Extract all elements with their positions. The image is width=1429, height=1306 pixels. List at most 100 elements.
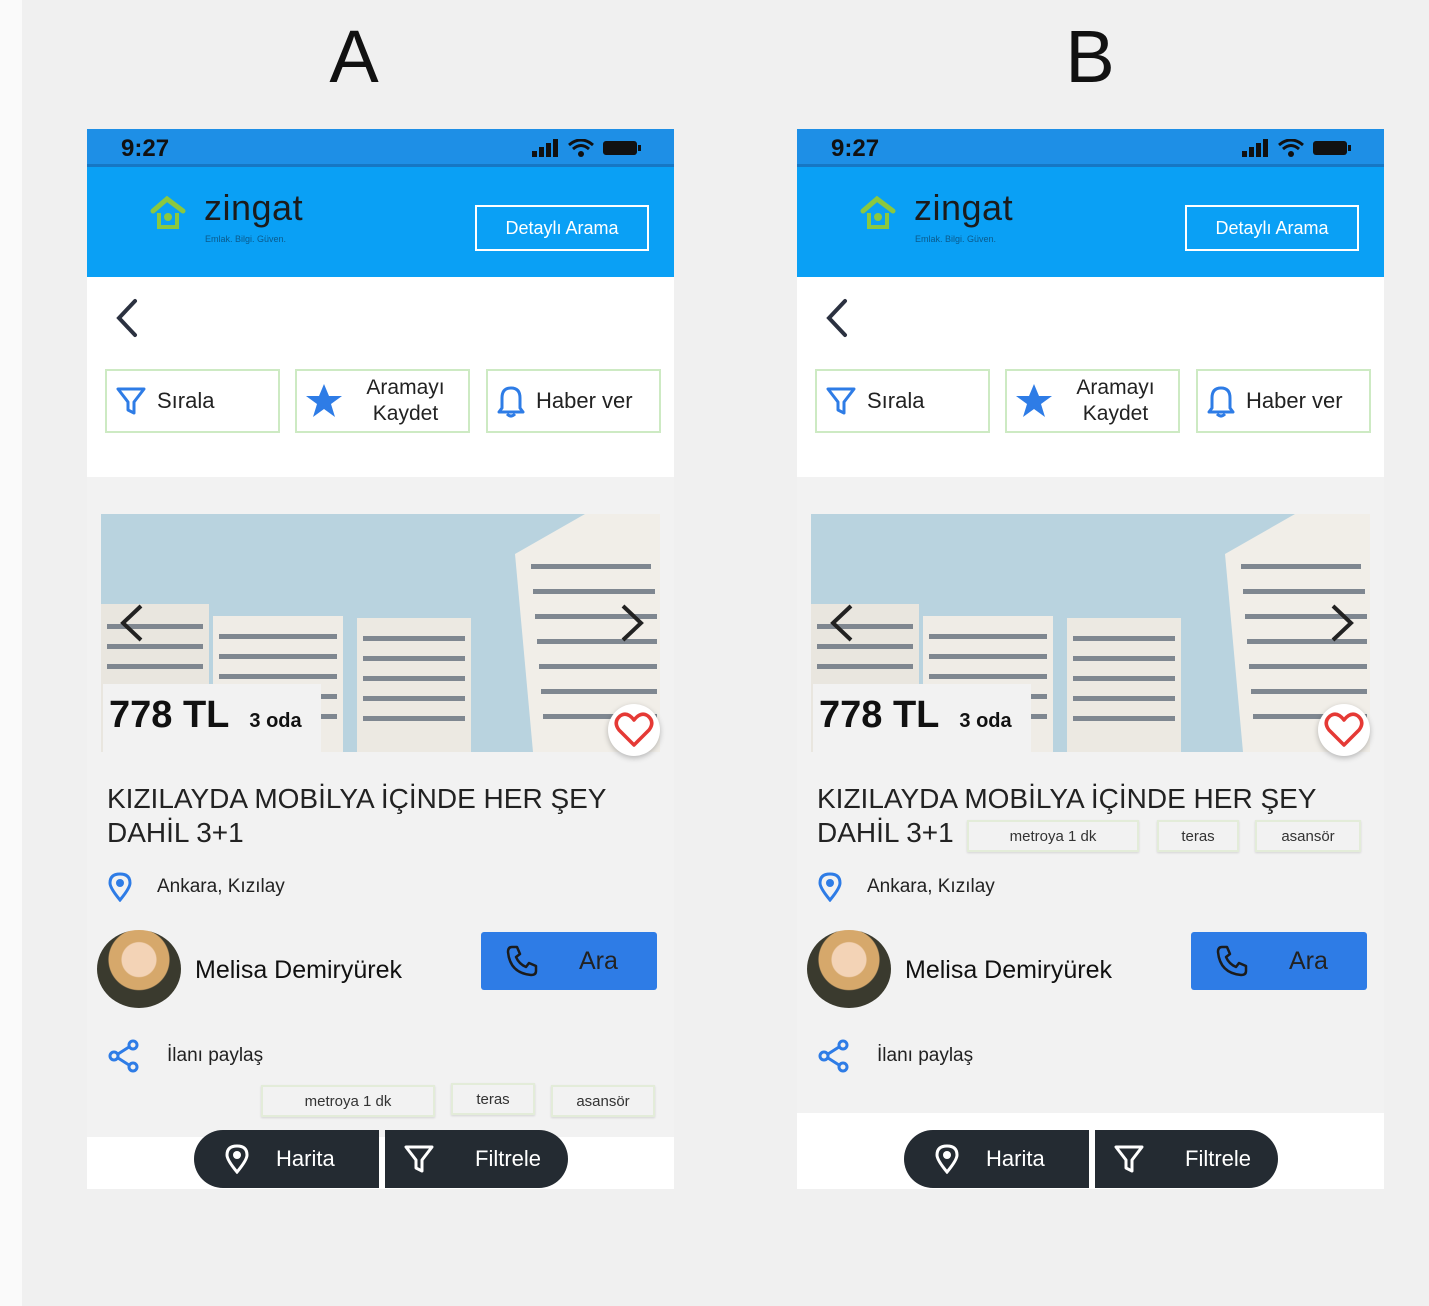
filter-button[interactable]: Filtrele <box>385 1130 568 1188</box>
brand-name: zingat <box>914 187 1014 228</box>
tag-terrace: teras <box>1157 820 1239 852</box>
page-edge <box>0 0 22 1306</box>
wifi-icon <box>1278 139 1304 157</box>
map-label: Harita <box>986 1146 1045 1171</box>
signal-icon <box>1242 139 1268 157</box>
photo-next-icon[interactable] <box>617 602 647 644</box>
filter-icon <box>826 387 856 415</box>
map-label: Harita <box>276 1146 335 1171</box>
brand-tagline: Emlak. Bilgi. Güven. <box>205 234 287 244</box>
variant-label-a: A <box>329 15 379 98</box>
tag-metro: metroya 1 dk <box>261 1085 435 1117</box>
call-button[interactable]: Ara <box>481 932 657 990</box>
listing-location: Ankara, Kızılay <box>817 872 995 902</box>
favorite-button[interactable] <box>1318 704 1370 756</box>
save-search-label-2: Kaydet <box>372 402 439 425</box>
star-icon <box>1016 384 1052 417</box>
save-search-label-1: Aramayı <box>366 376 445 399</box>
tag-metro: metroya 1 dk <box>967 820 1139 852</box>
filter-button[interactable]: Filtrele <box>1095 1130 1278 1188</box>
variant-label-b: B <box>1065 15 1115 98</box>
zingat-logo-icon <box>860 195 896 229</box>
phone-icon <box>1216 945 1248 977</box>
map-pin-icon <box>225 1144 249 1174</box>
tag-terrace: teras <box>451 1083 535 1115</box>
location-pin-icon <box>818 872 842 902</box>
price-box: 778 TL 3 oda <box>813 684 1031 752</box>
tag-elevator: asansör <box>551 1085 655 1117</box>
location-pin-icon <box>108 872 132 902</box>
phone-b: 9:27 zingat Emlak. Bilgi. Güven. Detaylı… <box>797 129 1384 1189</box>
status-bar: 9:27 <box>87 129 674 167</box>
notify-button[interactable]: Haber ver <box>486 369 661 433</box>
notify-label: Haber ver <box>536 388 633 413</box>
app-bar: zingat Emlak. Bilgi. Güven. Detaylı Aram… <box>87 167 674 277</box>
map-pin-icon <box>935 1144 959 1174</box>
zingat-logo-icon <box>150 195 186 229</box>
phone-a: 9:27 zingat Emlak. Bilgi. Güven. Detaylı… <box>87 129 674 1189</box>
heart-icon <box>1324 712 1364 747</box>
save-search-label-1: Aramayı <box>1076 376 1155 399</box>
detailed-search-button[interactable]: Detaylı Arama <box>475 205 649 251</box>
share-icon <box>108 1039 139 1073</box>
notify-label: Haber ver <box>1246 388 1343 413</box>
listing-title[interactable]: KIZILAYDA MOBİLYA İÇİNDE HER ŞEY DAHİL 3… <box>107 782 606 850</box>
agent-name[interactable]: Melisa Demiryürek <box>195 956 402 985</box>
listing-location: Ankara, Kızılay <box>107 872 285 902</box>
room-count: 3 oda <box>249 710 302 732</box>
photo-prev-icon[interactable] <box>117 602 147 644</box>
call-button[interactable]: Ara <box>1191 932 1367 990</box>
filter-icon <box>116 387 146 415</box>
sort-button[interactable]: Sırala <box>105 369 280 433</box>
listing-card[interactable]: 778 TL 3 oda KIZILAYDA MOBİLYA İÇİNDE HE… <box>87 477 674 1137</box>
bottom-strip <box>87 1169 674 1189</box>
signal-icon <box>532 139 558 157</box>
funnel-icon <box>404 1145 434 1173</box>
bell-icon <box>1207 386 1235 418</box>
agent-avatar[interactable] <box>807 930 891 1008</box>
price: 778 TL <box>819 694 940 736</box>
sort-label: Sırala <box>157 388 215 413</box>
status-bar: 9:27 <box>797 129 1384 167</box>
call-label: Ara <box>579 946 618 975</box>
map-button[interactable]: Harita <box>194 1130 379 1188</box>
agent-name[interactable]: Melisa Demiryürek <box>905 956 1112 985</box>
photo-prev-icon[interactable] <box>827 602 857 644</box>
brand-tagline: Emlak. Bilgi. Güven. <box>915 234 997 244</box>
battery-icon <box>1313 141 1351 155</box>
save-search-label-2: Kaydet <box>1082 402 1149 425</box>
sort-button[interactable]: Sırala <box>815 369 990 433</box>
battery-icon <box>603 141 641 155</box>
app-bar: zingat Emlak. Bilgi. Güven. Detaylı Aram… <box>797 167 1384 277</box>
brand-name: zingat <box>204 187 304 228</box>
call-label: Ara <box>1289 946 1328 975</box>
agent-avatar[interactable] <box>97 930 181 1008</box>
map-button[interactable]: Harita <box>904 1130 1089 1188</box>
star-icon <box>306 384 342 417</box>
bottom-strip <box>797 1169 1384 1189</box>
share-listing[interactable]: İlanı paylaş <box>107 1039 263 1073</box>
share-icon <box>818 1039 849 1073</box>
room-count: 3 oda <box>959 710 1012 732</box>
phone-icon <box>506 945 538 977</box>
detailed-search-button[interactable]: Detaylı Arama <box>1185 205 1359 251</box>
sort-label: Sırala <box>867 388 925 413</box>
tag-elevator: asansör <box>1255 820 1361 852</box>
funnel-icon <box>1114 1145 1144 1173</box>
heart-icon <box>614 712 654 747</box>
status-time: 9:27 <box>831 135 880 162</box>
back-arrow-icon[interactable] <box>821 297 853 339</box>
status-time: 9:27 <box>121 135 170 162</box>
back-arrow-icon[interactable] <box>111 297 143 339</box>
listing-card[interactable]: 778 TL 3 oda KIZILAYDA MOBİLYA İÇİNDE HE… <box>797 477 1384 1113</box>
save-search-button[interactable]: Aramayı Kaydet <box>1005 369 1180 433</box>
filter-label: Filtrele <box>475 1146 542 1171</box>
photo-next-icon[interactable] <box>1327 602 1357 644</box>
share-listing[interactable]: İlanı paylaş <box>817 1039 973 1073</box>
notify-button[interactable]: Haber ver <box>1196 369 1371 433</box>
filter-label: Filtrele <box>1185 1146 1252 1171</box>
favorite-button[interactable] <box>608 704 660 756</box>
save-search-button[interactable]: Aramayı Kaydet <box>295 369 470 433</box>
bell-icon <box>497 386 525 418</box>
price: 778 TL <box>109 694 230 736</box>
